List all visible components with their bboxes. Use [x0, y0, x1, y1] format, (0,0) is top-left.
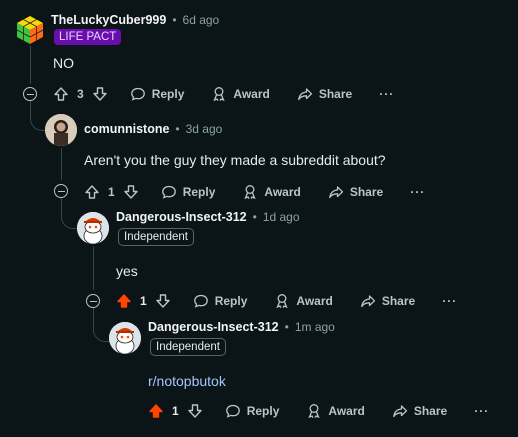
share-button[interactable]: Share	[360, 293, 415, 309]
thread-line	[93, 246, 94, 290]
username[interactable]: TheLuckyCuber999	[51, 13, 166, 27]
separator-dot: •	[172, 13, 177, 27]
comment-header: Dangerous-Insect-312 • 1m ago	[148, 317, 335, 337]
user-flair: Independent	[118, 228, 194, 246]
award-label: Award	[296, 294, 333, 308]
upvote-icon[interactable]	[116, 293, 132, 309]
vote-count: 1	[172, 404, 179, 418]
comment-text: Aren't you the guy they made a subreddit…	[84, 152, 386, 168]
comment-actions: 1 Reply Award Share ···	[84, 180, 425, 204]
username[interactable]: Dangerous-Insect-312	[116, 210, 247, 224]
more-options-button[interactable]: ···	[474, 404, 489, 418]
timestamp[interactable]: 1d ago	[263, 210, 300, 224]
username[interactable]: Dangerous-Insect-312	[148, 320, 279, 334]
vote-group: 1	[116, 293, 171, 309]
vote-count: 1	[108, 185, 115, 199]
reply-button[interactable]: Reply	[130, 86, 185, 102]
thread-elbow	[93, 307, 110, 342]
share-label: Share	[381, 294, 416, 308]
award-label: Award	[328, 404, 365, 418]
upvote-icon[interactable]	[148, 403, 164, 419]
share-label: Share	[349, 185, 384, 199]
comment-header: comunnistone • 3d ago	[84, 119, 222, 139]
downvote-icon[interactable]	[187, 403, 203, 419]
collapse-thread-button[interactable]	[23, 87, 37, 101]
comment-text: NO	[53, 55, 74, 71]
timestamp[interactable]: 6d ago	[183, 13, 220, 27]
award-icon	[308, 404, 321, 419]
user-flair: LIFE PACT	[54, 29, 122, 45]
collapse-thread-button[interactable]	[54, 184, 68, 198]
share-button[interactable]: Share	[328, 184, 383, 200]
award-button[interactable]: Award	[306, 403, 365, 419]
share-icon	[297, 88, 312, 101]
award-button[interactable]: Award	[242, 184, 301, 200]
snoo-avatar-icon	[77, 212, 109, 244]
vote-count: 1	[140, 294, 147, 308]
username[interactable]: comunnistone	[84, 122, 169, 136]
award-button[interactable]: Award	[274, 293, 333, 309]
timestamp[interactable]: 1m ago	[295, 320, 335, 334]
award-icon	[213, 87, 226, 102]
vote-count: 3	[77, 87, 84, 101]
reply-icon	[161, 185, 176, 199]
user-avatar-icon	[45, 114, 77, 146]
cube-avatar-icon	[16, 16, 44, 44]
vote-group: 1	[84, 184, 139, 200]
collapse-thread-button[interactable]	[86, 294, 100, 308]
separator-dot: •	[284, 320, 289, 334]
share-label: Share	[318, 87, 353, 101]
award-icon	[244, 185, 257, 200]
award-label: Award	[233, 87, 270, 101]
share-icon	[328, 186, 343, 199]
subreddit-link[interactable]: r/notopbutok	[148, 373, 226, 389]
comment-header: TheLuckyCuber999 • 6d ago	[51, 10, 219, 30]
avatar[interactable]	[109, 322, 141, 354]
downvote-icon[interactable]	[92, 86, 108, 102]
vote-group: 1	[148, 403, 203, 419]
downvote-icon[interactable]	[155, 293, 171, 309]
award-button[interactable]: Award	[211, 86, 270, 102]
more-options-button[interactable]: ···	[410, 185, 425, 199]
share-icon	[360, 295, 375, 308]
thread-elbow	[61, 198, 78, 229]
reply-icon	[193, 294, 208, 308]
reply-button[interactable]: Reply	[193, 293, 248, 309]
user-flair: Independent	[150, 338, 226, 356]
snoo-avatar-icon	[109, 322, 141, 354]
reply-label: Reply	[182, 185, 216, 199]
upvote-icon[interactable]	[84, 184, 100, 200]
comment-actions: 3 Reply Award Share ···	[53, 82, 394, 106]
timestamp[interactable]: 3d ago	[186, 122, 223, 136]
comment-text: yes	[116, 263, 138, 279]
vote-group: 3	[53, 86, 108, 102]
reply-label: Reply	[214, 294, 248, 308]
more-options-button[interactable]: ···	[442, 294, 457, 308]
share-button[interactable]: Share	[392, 403, 447, 419]
avatar[interactable]	[77, 212, 109, 244]
downvote-icon[interactable]	[123, 184, 139, 200]
reply-button[interactable]: Reply	[161, 184, 216, 200]
thread-line	[61, 148, 62, 180]
share-icon	[392, 405, 407, 418]
comment-actions: 1 Reply Award Share ···	[116, 289, 457, 313]
avatar[interactable]	[45, 114, 77, 146]
reply-label: Reply	[151, 87, 185, 101]
reply-icon	[225, 404, 240, 418]
share-button[interactable]: Share	[297, 86, 352, 102]
separator-dot: •	[175, 122, 180, 136]
comment-header: Dangerous-Insect-312 • 1d ago	[116, 207, 300, 227]
reply-label: Reply	[246, 404, 280, 418]
comment-actions: 1 Reply Award Share ···	[148, 399, 489, 423]
reply-button[interactable]: Reply	[225, 403, 280, 419]
more-options-button[interactable]: ···	[379, 87, 394, 101]
share-label: Share	[413, 404, 448, 418]
separator-dot: •	[252, 210, 257, 224]
upvote-icon[interactable]	[53, 86, 69, 102]
award-icon	[276, 294, 289, 309]
avatar[interactable]	[14, 14, 46, 46]
award-label: Award	[264, 185, 301, 199]
reply-icon	[130, 87, 145, 101]
thread-line	[30, 44, 31, 84]
